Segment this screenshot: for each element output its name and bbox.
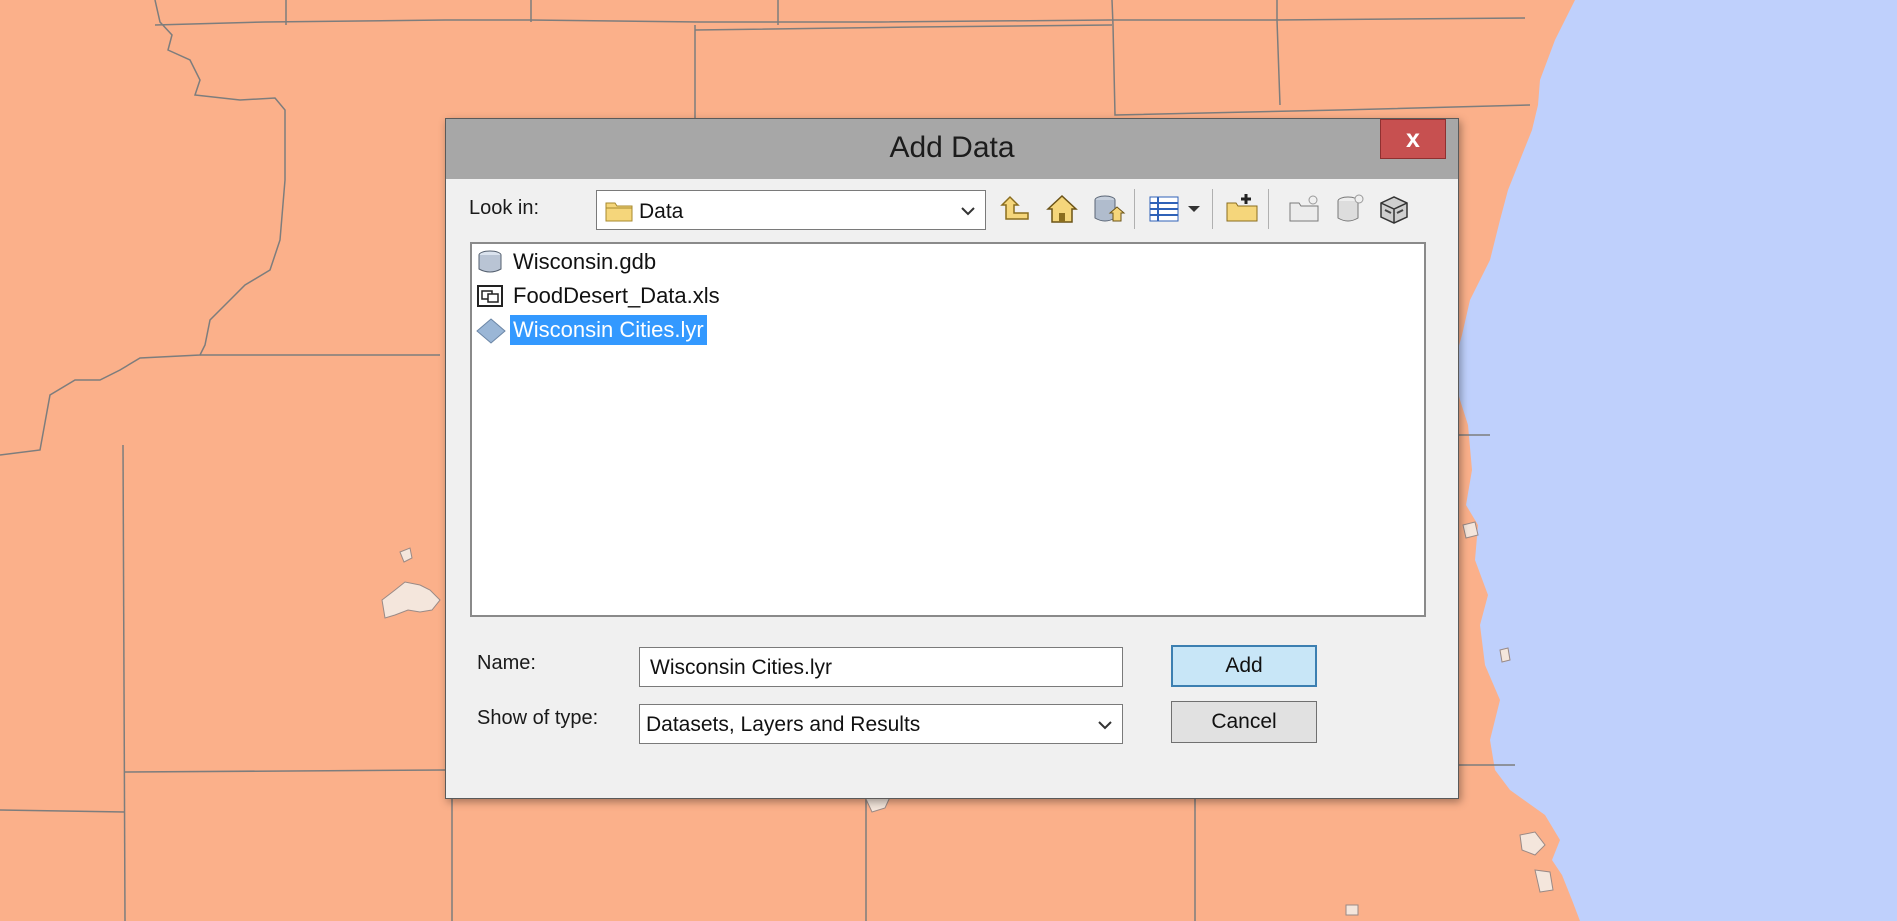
go-to-default-geodatabase-icon[interactable] [1090,191,1126,227]
chevron-down-icon[interactable] [1096,716,1114,739]
name-input-value: Wisconsin Cities.lyr [650,656,833,679]
new-folder-icon[interactable] [1286,191,1322,227]
look-in-dropdown[interactable]: Data [596,190,986,230]
close-icon: x [1406,125,1420,153]
folder-icon [605,200,633,227]
view-details-icon[interactable] [1146,191,1182,227]
show-of-type-dropdown[interactable]: Datasets, Layers and Results [639,704,1123,744]
toolbar-separator [1268,189,1269,229]
file-name: Wisconsin Cities.lyr [510,315,707,345]
excel-table-icon [476,284,504,313]
name-input[interactable]: Wisconsin Cities.lyr [639,647,1123,687]
dialog-title: Add Data [889,131,1015,164]
cancel-button[interactable]: Cancel [1171,701,1317,743]
chevron-down-icon[interactable] [959,202,977,225]
look-in-label: Look in: [469,197,540,219]
city-polygon [1499,647,1511,663]
file-name: Wisconsin.gdb [513,249,657,274]
view-menu-chevron-icon[interactable] [1184,191,1204,227]
file-name: FoodDesert_Data.xls [513,283,720,308]
dialog-titlebar[interactable]: Add Data x [446,119,1458,179]
look-in-value: Data [639,200,684,223]
home-folder-icon[interactable] [1044,191,1080,227]
name-label: Name: [477,652,536,674]
toolbar-separator [1212,189,1213,229]
city-polygon [1462,521,1479,539]
add-data-dialog: Add Data x Look in: Data Wisconsin.gdb F… [445,118,1459,799]
show-of-type-value: Datasets, Layers and Results [646,713,921,736]
close-button[interactable]: x [1380,119,1446,159]
show-of-type-label: Show of type: [477,707,599,729]
up-one-level-icon[interactable] [998,191,1034,227]
file-list[interactable]: Wisconsin.gdb FoodDesert_Data.xls Wiscon… [470,242,1426,617]
new-geodatabase-icon[interactable] [1331,191,1367,227]
dialog-body: Look in: Data Wisconsin.gdb FoodDesert_D… [458,179,1444,785]
layer-file-icon [476,318,506,349]
toolbar-separator [1134,189,1135,229]
connect-to-folder-icon[interactable] [1224,191,1260,227]
geodatabase-icon [476,250,504,279]
city-polygon [1345,904,1359,916]
new-toolbox-icon[interactable] [1376,191,1412,227]
add-button[interactable]: Add [1171,645,1317,687]
